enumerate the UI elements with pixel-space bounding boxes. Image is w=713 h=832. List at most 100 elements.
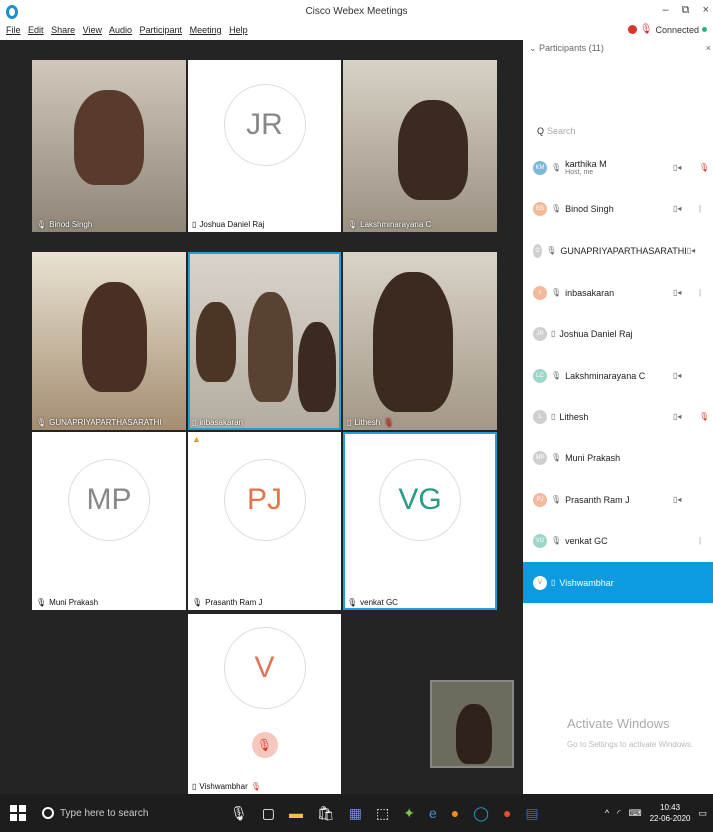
participant-row[interactable]: JR ▯ Joshua Daniel Raj	[523, 313, 713, 354]
taskbar-apps: 🎙 ▢ ▬ 🛍 ▦ ⬚ ✦ e ● ◯ ● ▤	[230, 805, 539, 822]
participant-video	[373, 272, 453, 412]
participant-video	[82, 282, 147, 392]
participant-name: Joshua Daniel Raj	[559, 328, 633, 339]
video-tile[interactable]: MP 🎙 Muni Prakash	[32, 432, 186, 610]
tile-label: 🎙 Muni Prakash	[36, 598, 99, 607]
video-camera-icon[interactable]: ▯◂	[673, 495, 699, 504]
app-icon[interactable]: ●	[503, 805, 511, 821]
menu-view[interactable]: View	[83, 25, 102, 35]
video-tile[interactable]: ▯ inbasakaran	[188, 252, 341, 430]
participant-row[interactable]: PJ 🎙 Prasanth Ram J ▯◂	[523, 479, 713, 520]
windows-start-icon[interactable]	[10, 805, 26, 821]
audio-level-icon: |	[699, 288, 702, 297]
restore-button[interactable]: ⧉	[682, 4, 690, 16]
menu-audio[interactable]: Audio	[109, 25, 132, 35]
menu-help[interactable]: Help	[229, 25, 248, 35]
firefox-icon[interactable]: ●	[451, 805, 459, 821]
menu-share[interactable]: Share	[51, 25, 75, 35]
video-stage: 🎙 Binod Singh JR ▯ Joshua Daniel Raj 🎙 Laks…	[0, 40, 523, 794]
phone-icon: ▯	[551, 578, 556, 587]
minimize-button[interactable]: –	[662, 4, 668, 16]
audio-level-icon: |	[699, 204, 702, 213]
menu-participant[interactable]: Participant	[140, 25, 183, 35]
participant-row[interactable]: V ▯ Vishwambhar	[523, 562, 713, 603]
tile-label: ▯ Joshua Daniel Raj	[192, 220, 265, 229]
menu-bar: File Edit Share View Audio Participant M…	[6, 25, 253, 35]
mic-icon: 🎙	[347, 220, 358, 229]
avatar: V	[223, 627, 306, 709]
video-camera-icon[interactable]: ▯◂	[687, 246, 704, 255]
mic-icon: 🎙	[551, 163, 562, 172]
participant-row[interactable]: MP 🎙 Muni Prakash	[523, 437, 713, 478]
phone-icon: ▯	[192, 220, 197, 229]
avatar: MP	[68, 458, 150, 541]
mic-icon: 🎙	[551, 288, 562, 297]
participant-row[interactable]: G 🎙 GUNAPRIYAPARTHASARATHI ▯◂	[523, 230, 713, 271]
participants-header[interactable]: ⌄ Participants (11)	[529, 43, 604, 54]
phone-icon: ▯	[551, 329, 556, 338]
task-view-icon[interactable]: ▢	[262, 805, 275, 822]
video-camera-icon[interactable]: ▯◂	[673, 204, 699, 213]
video-tile[interactable]: JR ▯ Joshua Daniel Raj	[188, 60, 341, 232]
video-camera-icon[interactable]: ▯◂	[673, 412, 699, 421]
participant-row[interactable]: LC 🎙 Lakshminarayana C ▯◂	[523, 355, 713, 396]
video-tile[interactable]: VG 🎙 venkat GC	[343, 432, 497, 610]
connected-label: Connected	[655, 24, 699, 35]
avatar: L	[533, 409, 547, 424]
tile-label: ▯ inbasakaran	[192, 418, 243, 427]
participant-row[interactable]: KM 🎙 karthika M Host, me ▯◂ 🎙	[523, 147, 713, 188]
clock[interactable]: 10:43 22-06-2020	[650, 802, 691, 824]
record-icon[interactable]	[627, 25, 637, 34]
video-tile[interactable]: ▲ PJ 🎙 Prasanth Ram J	[188, 432, 341, 610]
participant-row[interactable]: L ▯ Lithesh ▯◂ 🎙	[523, 396, 713, 437]
menu-edit[interactable]: Edit	[28, 25, 44, 35]
video-camera-icon[interactable]: ▯◂	[673, 288, 699, 297]
webex-icon[interactable]: ◯	[473, 805, 489, 822]
phone-icon: ▯	[192, 782, 197, 791]
tile-label: 🎙 venkat GC	[347, 598, 398, 607]
participant-name: venkat GC	[565, 535, 608, 546]
app-icon[interactable]: ✦	[403, 805, 415, 822]
keyboard-icon[interactable]: ⌨	[629, 808, 642, 819]
app-icon[interactable]: ⬚	[376, 805, 389, 822]
menu-file[interactable]: File	[6, 25, 21, 35]
file-explorer-icon[interactable]: ▬	[289, 805, 303, 821]
chevron-up-icon[interactable]: ^	[605, 808, 609, 818]
video-tile[interactable]: ▯ Lithesh 🎙	[343, 252, 497, 430]
participant-row[interactable]: BS 🎙 Binod Singh ▯◂ |	[523, 188, 713, 229]
taskbar-search[interactable]: Type here to search	[42, 807, 202, 819]
video-tile[interactable]: 🎙 GUNAPRIYAPARTHASARATHI	[32, 252, 186, 430]
video-tile[interactable]: 🎙 Lakshminarayana C	[343, 60, 497, 232]
avatar: PJ	[223, 458, 306, 541]
app-icon[interactable]: ▦	[349, 805, 362, 822]
video-camera-icon[interactable]: ▯◂	[673, 163, 699, 172]
store-icon[interactable]: 🛍	[317, 805, 335, 822]
participant-role: Host, me	[565, 169, 594, 176]
mic-icon[interactable]: 🎙	[230, 805, 248, 822]
notification-icon[interactable]: ▭	[698, 808, 707, 819]
edge-icon[interactable]: e	[429, 805, 437, 821]
mic-muted-icon[interactable]: 🎙	[640, 24, 653, 35]
video-camera-icon[interactable]: ▯◂	[673, 371, 699, 380]
close-panel-icon[interactable]: ×	[706, 43, 711, 53]
close-button[interactable]: ×	[703, 4, 709, 16]
participant-search[interactable]: Q Search	[537, 126, 576, 136]
avatar: MP	[533, 450, 547, 465]
participant-name: Lithesh	[559, 411, 589, 422]
tile-label: ▯ Vishwambhar 🎙	[192, 782, 261, 791]
participant-video	[398, 100, 468, 200]
participant-row[interactable]: VG 🎙 venkat GC |	[523, 520, 713, 561]
participant-row[interactable]: I 🎙 inbasakaran ▯◂ |	[523, 272, 713, 313]
video-tile[interactable]: V 🎙 ▯ Vishwambhar 🎙	[188, 614, 341, 794]
avatar: I	[533, 285, 547, 300]
mic-icon: 🎙	[551, 495, 562, 504]
mic-icon: 🎙	[551, 204, 562, 213]
self-view-video[interactable]	[430, 680, 514, 768]
participant-video	[248, 292, 293, 402]
wifi-icon[interactable]: ◜	[617, 808, 621, 819]
video-tile[interactable]: 🎙 Binod Singh	[32, 60, 186, 232]
menu-meeting[interactable]: Meeting	[190, 25, 222, 35]
word-icon[interactable]: ▤	[525, 805, 538, 822]
mic-icon: 🎙	[347, 598, 358, 607]
mic-muted-icon: 🎙	[250, 782, 261, 791]
